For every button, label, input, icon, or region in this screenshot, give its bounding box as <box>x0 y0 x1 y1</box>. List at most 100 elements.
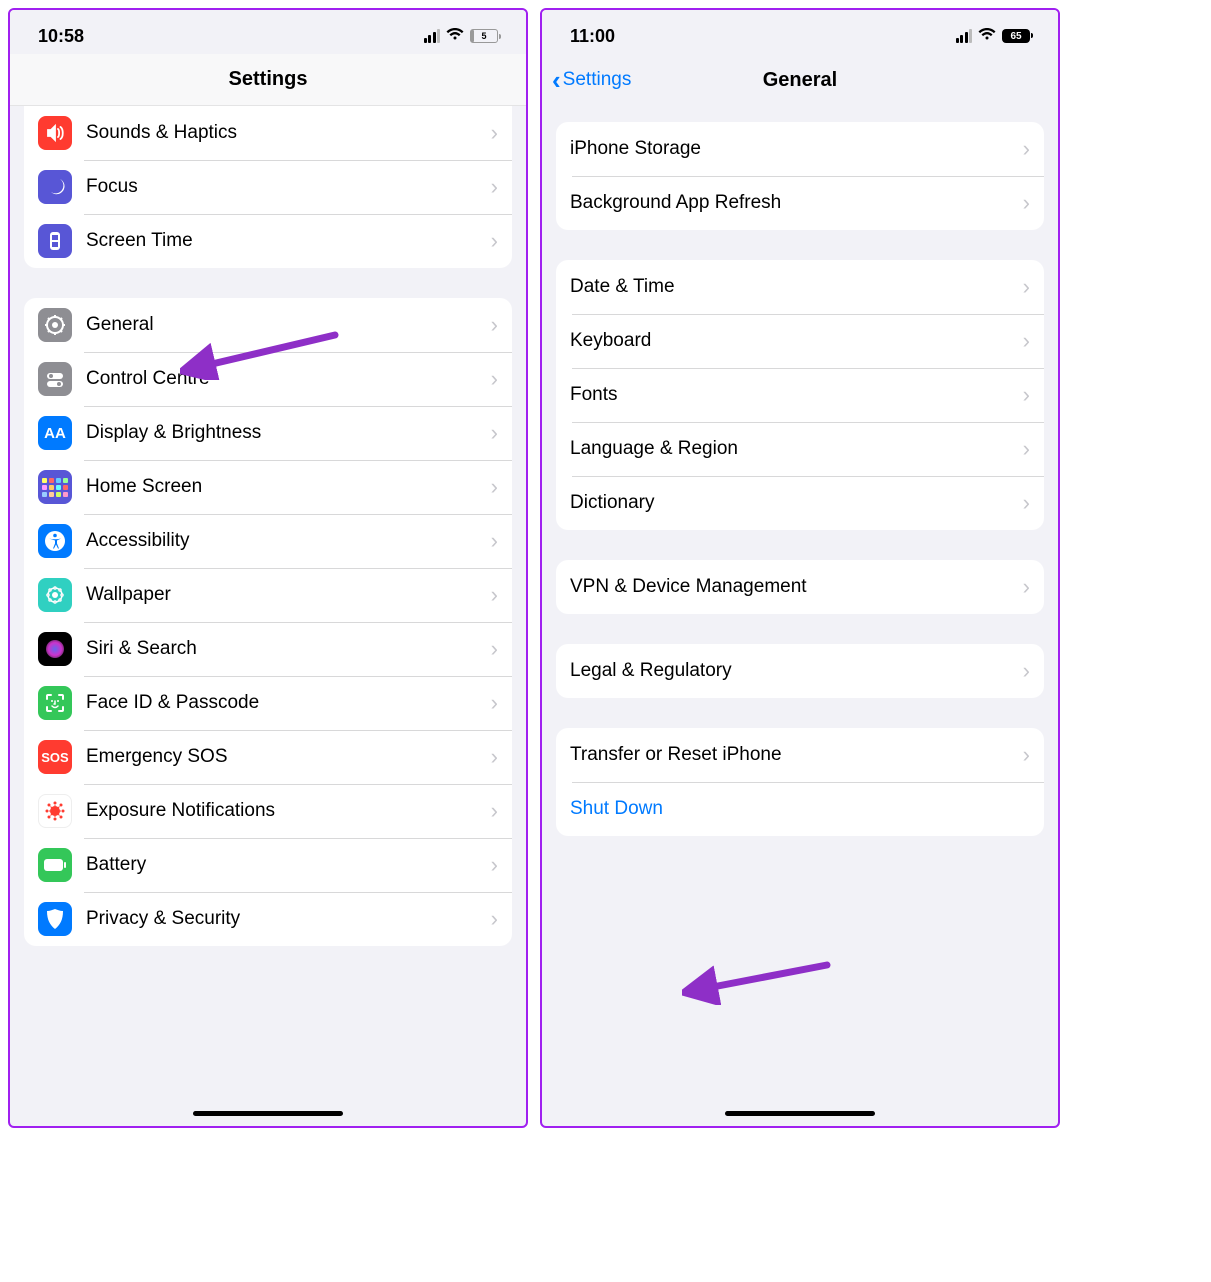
row-general[interactable]: General› <box>24 298 512 352</box>
row-display-brightness[interactable]: AA Display & Brightness› <box>24 406 512 460</box>
row-label: Display & Brightness <box>86 422 491 444</box>
row-sounds-haptics[interactable]: Sounds & Haptics› <box>24 106 512 160</box>
back-button[interactable]: ‹ Settings <box>552 67 631 93</box>
row-wallpaper[interactable]: Wallpaper› <box>24 568 512 622</box>
back-label: Settings <box>563 69 632 91</box>
display-brightness-icon: AA <box>38 416 72 450</box>
cellular-signal-icon <box>956 29 973 43</box>
row-face-id-passcode[interactable]: Face ID & Passcode› <box>24 676 512 730</box>
chevron-right-icon: › <box>1023 490 1030 516</box>
exposure-notifications-icon <box>38 794 72 828</box>
chevron-right-icon: › <box>1023 574 1030 600</box>
chevron-right-icon: › <box>491 420 498 446</box>
general-content[interactable]: iPhone Storage›Background App Refresh› D… <box>542 106 1058 1126</box>
general-icon <box>38 308 72 342</box>
chevron-right-icon: › <box>1023 274 1030 300</box>
chevron-right-icon: › <box>491 744 498 770</box>
row-exposure-notifications[interactable]: Exposure Notifications› <box>24 784 512 838</box>
chevron-right-icon: › <box>491 690 498 716</box>
row-label: Language & Region <box>570 438 1023 460</box>
row-shut-down[interactable]: Shut Down <box>556 782 1044 836</box>
chevron-right-icon: › <box>491 366 498 392</box>
row-accessibility[interactable]: Accessibility› <box>24 514 512 568</box>
general-group-vpn: VPN & Device Management› <box>556 560 1044 614</box>
wifi-icon <box>446 27 464 46</box>
privacy-security-icon <box>38 902 72 936</box>
row-dictionary[interactable]: Dictionary› <box>556 476 1044 530</box>
battery-percentage: 5 <box>481 31 486 41</box>
row-date-time[interactable]: Date & Time› <box>556 260 1044 314</box>
page-title: Settings <box>229 68 308 91</box>
row-siri-search[interactable]: Siri & Search› <box>24 622 512 676</box>
control-centre-icon <box>38 362 72 396</box>
settings-content[interactable]: Sounds & Haptics›Focus›Screen Time› Gene… <box>10 106 526 1126</box>
general-group-reset: Transfer or Reset iPhone› Shut Down <box>556 728 1044 836</box>
battery-icon: 65 <box>1002 29 1030 43</box>
chevron-right-icon: › <box>491 906 498 932</box>
status-bar: 10:58 5 <box>10 10 526 54</box>
status-right: 65 <box>956 27 1031 46</box>
row-label: Privacy & Security <box>86 908 491 930</box>
row-vpn-device-mgmt[interactable]: VPN & Device Management› <box>556 560 1044 614</box>
sounds-haptics-icon <box>38 116 72 150</box>
chevron-right-icon: › <box>1023 436 1030 462</box>
page-title: General <box>763 69 837 92</box>
row-background-app-refresh[interactable]: Background App Refresh› <box>556 176 1044 230</box>
row-label: Screen Time <box>86 230 491 252</box>
row-label: Focus <box>86 176 491 198</box>
row-label: Exposure Notifications <box>86 800 491 822</box>
emergency-sos-icon: SOS <box>38 740 72 774</box>
row-label: Control Centre <box>86 368 491 390</box>
row-label: Transfer or Reset iPhone <box>570 744 1023 766</box>
row-home-screen[interactable]: Home Screen› <box>24 460 512 514</box>
status-time: 11:00 <box>570 26 615 47</box>
row-fonts[interactable]: Fonts› <box>556 368 1044 422</box>
row-battery[interactable]: Battery› <box>24 838 512 892</box>
general-group-locale: Date & Time›Keyboard›Fonts›Language & Re… <box>556 260 1044 530</box>
status-bar: 11:00 65 <box>542 10 1058 54</box>
row-label: Sounds & Haptics <box>86 122 491 144</box>
chevron-right-icon: › <box>1023 190 1030 216</box>
wifi-icon <box>978 27 996 46</box>
chevron-right-icon: › <box>491 312 498 338</box>
siri-search-icon <box>38 632 72 666</box>
chevron-right-icon: › <box>1023 742 1030 768</box>
battery-percentage: 65 <box>1010 31 1021 42</box>
row-label: Shut Down <box>570 798 1030 820</box>
row-label: Battery <box>86 854 491 876</box>
row-label: Date & Time <box>570 276 1023 298</box>
row-control-centre[interactable]: Control Centre› <box>24 352 512 406</box>
home-screen-icon <box>38 470 72 504</box>
row-language-region[interactable]: Language & Region› <box>556 422 1044 476</box>
row-legal-regulatory[interactable]: Legal & Regulatory› <box>556 644 1044 698</box>
row-label: Accessibility <box>86 530 491 552</box>
row-emergency-sos[interactable]: SOSEmergency SOS› <box>24 730 512 784</box>
row-transfer-reset[interactable]: Transfer or Reset iPhone› <box>556 728 1044 782</box>
chevron-right-icon: › <box>491 120 498 146</box>
cellular-signal-icon <box>424 29 441 43</box>
general-screen: 11:00 65 ‹ Settings General iPhone Stora… <box>540 8 1060 1128</box>
nav-header: Settings <box>10 54 526 106</box>
row-label: Fonts <box>570 384 1023 406</box>
wallpaper-icon <box>38 578 72 612</box>
row-label: iPhone Storage <box>570 138 1023 160</box>
home-indicator[interactable] <box>725 1111 875 1116</box>
row-privacy-security[interactable]: Privacy & Security› <box>24 892 512 946</box>
row-screen-time[interactable]: Screen Time› <box>24 214 512 268</box>
chevron-right-icon: › <box>491 474 498 500</box>
row-label: Wallpaper <box>86 584 491 606</box>
row-label: General <box>86 314 491 336</box>
row-label: Face ID & Passcode <box>86 692 491 714</box>
chevron-right-icon: › <box>491 228 498 254</box>
chevron-right-icon: › <box>491 852 498 878</box>
screen-time-icon <box>38 224 72 258</box>
chevron-right-icon: › <box>491 174 498 200</box>
row-focus[interactable]: Focus› <box>24 160 512 214</box>
settings-group-1: Sounds & Haptics›Focus›Screen Time› <box>24 106 512 268</box>
row-keyboard[interactable]: Keyboard› <box>556 314 1044 368</box>
chevron-right-icon: › <box>1023 382 1030 408</box>
row-label: Background App Refresh <box>570 192 1023 214</box>
row-iphone-storage[interactable]: iPhone Storage› <box>556 122 1044 176</box>
home-indicator[interactable] <box>193 1111 343 1116</box>
nav-header: ‹ Settings General <box>542 54 1058 106</box>
